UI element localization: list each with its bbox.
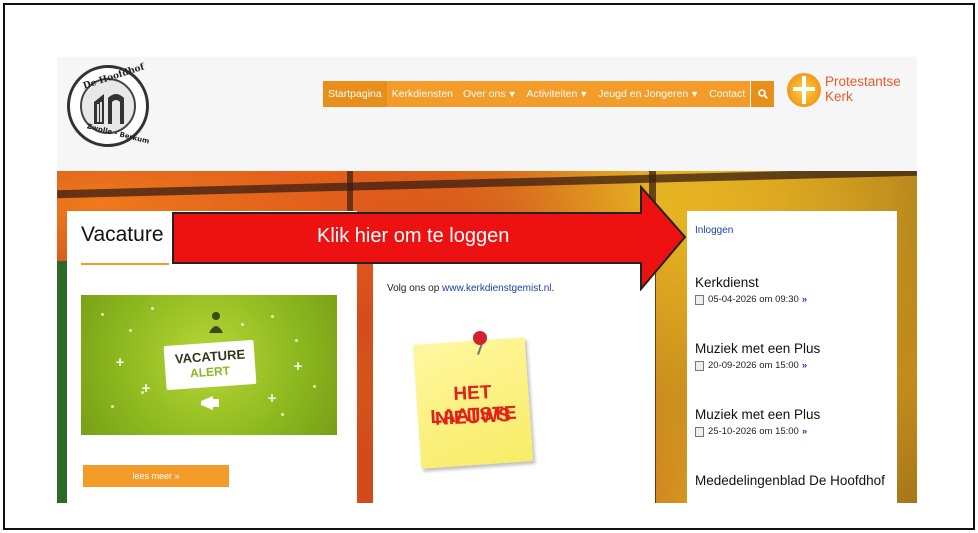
chevron-down-icon: ▼ (690, 89, 700, 99)
pk-logo-line2: Kerk (825, 89, 853, 104)
megaphone-icon (201, 396, 219, 410)
nav-item-jeugd-en-jongeren[interactable]: Jeugd en Jongeren ▼ (593, 81, 704, 107)
person-icon (209, 312, 223, 333)
nav-item-kerkdiensten[interactable]: Kerkdiensten (387, 81, 458, 107)
confetti-dot (151, 307, 154, 310)
confetti-dot (129, 329, 132, 332)
search-icon (757, 89, 768, 100)
event-date: 05-04-2026 om 09:30 (708, 294, 799, 305)
confetti-dot (111, 405, 114, 408)
confetti-dot (241, 323, 244, 326)
lees-meer-button[interactable]: lees meer » (83, 465, 229, 487)
plus-icon: + (141, 381, 152, 395)
site-header: De Hoofdhof Zwolle - Berkum Startpagina … (57, 57, 917, 171)
calendar-icon (695, 360, 704, 371)
confetti-dot (281, 413, 284, 416)
nav-item-activiteiten[interactable]: Activiteiten ▼ (522, 81, 594, 107)
sidebar-panel: Inloggen Kerkdienst 05-04-2026 om 09:30»… (687, 211, 897, 503)
chevron-right-icon: » (801, 294, 808, 305)
event-item[interactable]: Muziek met een Plus 25-10-2026 om 15:00» (695, 407, 895, 437)
event-date: 20-09-2026 om 15:00 (708, 360, 799, 371)
chevron-down-icon: ▼ (579, 89, 589, 99)
confetti-dot (295, 339, 298, 342)
nav-label: Kerkdiensten (391, 88, 454, 100)
event-date-row: 20-09-2026 om 15:00» (695, 360, 895, 371)
event-item[interactable]: Muziek met een Plus 20-09-2026 om 15:00» (695, 341, 895, 371)
plus-icon: + (293, 359, 304, 373)
chevron-down-icon: ▼ (507, 89, 517, 99)
nav-label: Contact (709, 88, 746, 100)
event-item[interactable]: Kerkdienst 05-04-2026 om 09:30» (695, 275, 895, 305)
event-date-row: 05-04-2026 om 09:30» (695, 294, 895, 305)
event-date: 25-10-2026 om 15:00 (708, 426, 799, 437)
pushpin-icon (473, 331, 487, 345)
chevron-right-icon: » (801, 360, 808, 371)
event-title: Muziek met een Plus (695, 407, 821, 422)
confetti-dot (101, 313, 104, 316)
nav-item-over-ons[interactable]: Over ons ▼ (458, 81, 522, 107)
main-navigation: Startpagina Kerkdiensten Over ons ▼ Activ… (323, 81, 775, 107)
login-link[interactable]: Inloggen (695, 225, 733, 236)
search-button[interactable] (750, 81, 775, 107)
nav-label: Activiteiten (526, 88, 578, 100)
screenshot-frame: De Hoofdhof Zwolle - Berkum Startpagina … (3, 3, 975, 530)
pk-cross-bar (793, 87, 815, 91)
vacature-banner-image[interactable]: + + + + VACATURE ALERT (81, 295, 337, 435)
event-item[interactable]: Mededelingenblad De Hoofdhof (695, 473, 895, 488)
calendar-icon (695, 426, 704, 437)
vacature-title: Vacature (81, 223, 164, 246)
glass-green-strip (57, 261, 67, 503)
event-title: Mededelingenblad De Hoofdhof (695, 473, 885, 488)
event-title: Muziek met een Plus (695, 341, 821, 356)
nav-label: Over ons (463, 88, 506, 100)
logo-building-icon (94, 94, 124, 124)
chevron-right-icon: » (801, 426, 808, 437)
news-panel: Volg ons op www.kerkdienstgemist.nl. HET… (373, 261, 655, 503)
confetti-dot (271, 315, 274, 318)
church-logo[interactable]: De Hoofdhof Zwolle - Berkum (67, 62, 150, 147)
protestantse-kerk-logo[interactable]: Protestantse Kerk (787, 73, 907, 113)
calendar-icon (695, 294, 704, 305)
nav-label: Jeugd en Jongeren (598, 88, 689, 100)
nav-item-contact[interactable]: Contact (704, 81, 750, 107)
annotation-arrow-text: Klik hier om te loggen (317, 225, 510, 247)
plus-icon: + (115, 355, 126, 369)
pk-logo-line1: Protestantse (825, 74, 901, 89)
nav-label: Startpagina (328, 88, 382, 100)
title-underline (81, 263, 169, 265)
event-title: Kerkdienst (695, 275, 759, 290)
plus-icon: + (267, 391, 278, 405)
nav-item-startpagina[interactable]: Startpagina (323, 81, 387, 107)
event-date-row: 25-10-2026 om 15:00» (695, 426, 895, 437)
confetti-dot (313, 385, 316, 388)
